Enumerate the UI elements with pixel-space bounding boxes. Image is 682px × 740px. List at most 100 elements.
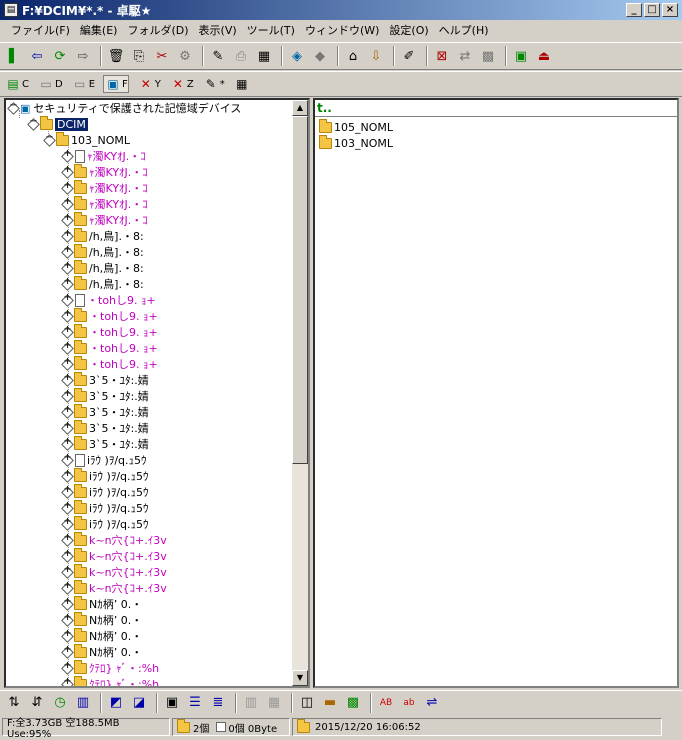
sort-size-icon[interactable]: ▥ bbox=[73, 693, 93, 713]
drive-y[interactable]: ✕ Y bbox=[137, 76, 161, 92]
tree-item[interactable]: iﾗｳ )ｦ/q.ｭ5ｳ bbox=[62, 483, 149, 500]
lowercase-icon[interactable]: ab bbox=[399, 693, 419, 713]
tree-root[interactable]: ▣ セキュリティで保護された記憶域デバイス bbox=[8, 100, 241, 116]
uppercase-icon[interactable]: AB bbox=[376, 693, 396, 713]
tree-item[interactable]: 3`5・ﾕﾀ:.婧 bbox=[62, 403, 149, 420]
tree-item[interactable]: ｬ濁KYｵJ.・ｺ bbox=[62, 179, 148, 196]
tree-item[interactable]: /h,鳥].・8: bbox=[62, 243, 144, 260]
tree-item[interactable]: ｬ濁KYｵJ.・ｺ bbox=[62, 148, 146, 164]
expand-icon[interactable] bbox=[62, 436, 73, 450]
expand-icon[interactable] bbox=[62, 164, 73, 178]
tree-item[interactable]: 3`5・ﾕﾀ:.婧 bbox=[62, 387, 149, 404]
columns-icon[interactable]: ▥ bbox=[241, 693, 261, 713]
tree-item[interactable]: ｬ濁KYｵJ.・ｺ bbox=[62, 195, 148, 212]
exit-icon[interactable]: ⏏ bbox=[534, 46, 554, 66]
list-view-icon[interactable]: ☰ bbox=[185, 693, 205, 713]
tree-item[interactable]: /h,鳥].・8: bbox=[62, 275, 144, 292]
menu-settings[interactable]: 設定(O) bbox=[384, 22, 433, 38]
close-button[interactable]: × bbox=[662, 3, 678, 17]
print-icon[interactable]: ⎙ bbox=[231, 46, 251, 66]
expand-icon[interactable] bbox=[62, 324, 73, 338]
expand-icon[interactable] bbox=[62, 500, 73, 514]
tree-item[interactable]: 3`5・ﾕﾀ:.婧 bbox=[62, 371, 149, 388]
expand-icon[interactable] bbox=[62, 628, 73, 642]
tree-item[interactable]: iﾗｳ )ｦ/q.ｭ5ｳ bbox=[62, 499, 149, 516]
compare-icon[interactable]: ⊠ bbox=[432, 46, 452, 66]
tree-item[interactable]: ・tohし9. ｮ+ bbox=[62, 339, 158, 356]
tree-item[interactable]: ・tohし9. ｮ+ bbox=[62, 323, 158, 340]
tree-scrollbar[interactable]: ▲ ▼ bbox=[292, 100, 308, 686]
tree-item[interactable]: /h,鳥].・8: bbox=[62, 227, 144, 244]
tree-item[interactable]: Nｶ柄’ 0.・ bbox=[62, 595, 142, 612]
sync-icon[interactable]: ⇄ bbox=[455, 46, 475, 66]
expand-icon[interactable] bbox=[62, 404, 73, 418]
expand-icon[interactable] bbox=[62, 260, 73, 274]
scroll-up-button[interactable]: ▲ bbox=[292, 100, 308, 116]
swap-icon[interactable]: ⇌ bbox=[422, 693, 442, 713]
menu-view[interactable]: 表示(V) bbox=[194, 22, 242, 38]
tree-103-noml[interactable]: 103_NOML bbox=[44, 131, 130, 148]
menu-folder[interactable]: フォルダ(D) bbox=[122, 22, 193, 38]
drive-all[interactable]: ✎ * bbox=[202, 76, 225, 92]
drive-f[interactable]: ▣ F bbox=[103, 75, 129, 93]
collapse-icon[interactable] bbox=[28, 116, 39, 130]
drive-z[interactable]: ✕ Z bbox=[169, 76, 194, 92]
expand-icon[interactable] bbox=[62, 276, 73, 290]
tree-item[interactable]: iﾗｳ )ｦ/q.ｭ5ｳ bbox=[62, 452, 147, 468]
open-folder-icon[interactable]: ⌂ bbox=[343, 46, 363, 66]
tree-item[interactable]: ・tohし9. ｮ+ bbox=[62, 307, 158, 324]
expand-icon[interactable] bbox=[62, 660, 73, 674]
expand-icon[interactable] bbox=[62, 420, 73, 434]
grid-icon[interactable]: ▩ bbox=[478, 46, 498, 66]
tree-item[interactable]: ｸﾃﾛ} ｬﾞ・:%h bbox=[62, 659, 159, 676]
tree-item[interactable]: 3`5・ﾕﾀ:.婧 bbox=[62, 419, 149, 436]
expand-icon[interactable] bbox=[62, 580, 73, 594]
forward-icon[interactable]: ⇨ bbox=[73, 46, 93, 66]
scroll-thumb[interactable] bbox=[292, 116, 308, 464]
expand-icon[interactable] bbox=[62, 180, 73, 194]
collapse-icon[interactable] bbox=[44, 132, 55, 146]
large-icons-icon[interactable]: ▣ bbox=[162, 693, 182, 713]
tree-item[interactable]: k~n穴{ｺ+.ｲ3v bbox=[62, 531, 167, 548]
expand-icon[interactable] bbox=[62, 228, 73, 242]
expand-icon[interactable] bbox=[62, 388, 73, 402]
tree-item[interactable]: Nｶ柄’ 0.・ bbox=[62, 643, 142, 660]
sort-date-icon[interactable]: ◷ bbox=[50, 693, 70, 713]
tree-item[interactable]: k~n穴{ｺ+.ｲ3v bbox=[62, 563, 167, 580]
color-icon[interactable]: ▩ bbox=[343, 693, 363, 713]
expand-icon[interactable] bbox=[62, 452, 73, 466]
expand-icon[interactable] bbox=[62, 532, 73, 546]
tree-item[interactable]: iﾗｳ )ｦ/q.ｭ5ｳ bbox=[62, 515, 149, 532]
expand-icon[interactable] bbox=[62, 468, 73, 482]
edit-icon[interactable]: ✎ bbox=[208, 46, 228, 66]
archive-icon[interactable]: ◆ bbox=[310, 46, 330, 66]
tree-item[interactable]: /h,鳥].・8: bbox=[62, 259, 144, 276]
tree-item[interactable]: ・tohし9. ｮ+ bbox=[62, 355, 158, 372]
menu-tools[interactable]: ツール(T) bbox=[242, 22, 300, 38]
cut-icon[interactable]: ✂ bbox=[152, 46, 172, 66]
download-icon[interactable]: ⇩ bbox=[366, 46, 386, 66]
ruler-icon[interactable]: ▬ bbox=[320, 693, 340, 713]
folder-tree[interactable]: ▣ セキュリティで保護された記憶域デバイス DCIM 103_NOML ｬ濁KY… bbox=[4, 98, 310, 688]
tree-item[interactable]: Nｶ柄’ 0.・ bbox=[62, 627, 142, 644]
drive-c[interactable]: ▤ C bbox=[4, 76, 29, 92]
maximize-button[interactable]: □ bbox=[644, 3, 660, 17]
copy-icon[interactable]: ⎘ bbox=[129, 46, 149, 66]
tree-item[interactable]: ・tohし9. ｮ+ bbox=[62, 292, 156, 308]
parent-folder[interactable]: t.. bbox=[315, 100, 677, 117]
expand-icon[interactable] bbox=[62, 612, 73, 626]
scroll-down-button[interactable]: ▼ bbox=[292, 670, 308, 686]
expand-icon[interactable] bbox=[62, 676, 73, 687]
expand-icon[interactable] bbox=[62, 644, 73, 658]
tree-item[interactable]: ｬ濁KYｵJ.・ｺ bbox=[62, 211, 148, 228]
expand-icon[interactable] bbox=[62, 548, 73, 562]
delete-icon[interactable]: 🗑 bbox=[106, 46, 126, 66]
expand-icon[interactable] bbox=[62, 484, 73, 498]
expand-icon[interactable] bbox=[62, 564, 73, 578]
file-list[interactable]: t.. 105_NOML 103_NOML bbox=[313, 98, 679, 688]
expand-icon[interactable] bbox=[62, 196, 73, 210]
list-item[interactable]: 103_NOML bbox=[319, 134, 393, 151]
expand-icon[interactable] bbox=[62, 516, 73, 530]
expand-icon[interactable] bbox=[62, 372, 73, 386]
tree-item[interactable]: 3`5・ﾕﾀ:.婧 bbox=[62, 435, 149, 452]
